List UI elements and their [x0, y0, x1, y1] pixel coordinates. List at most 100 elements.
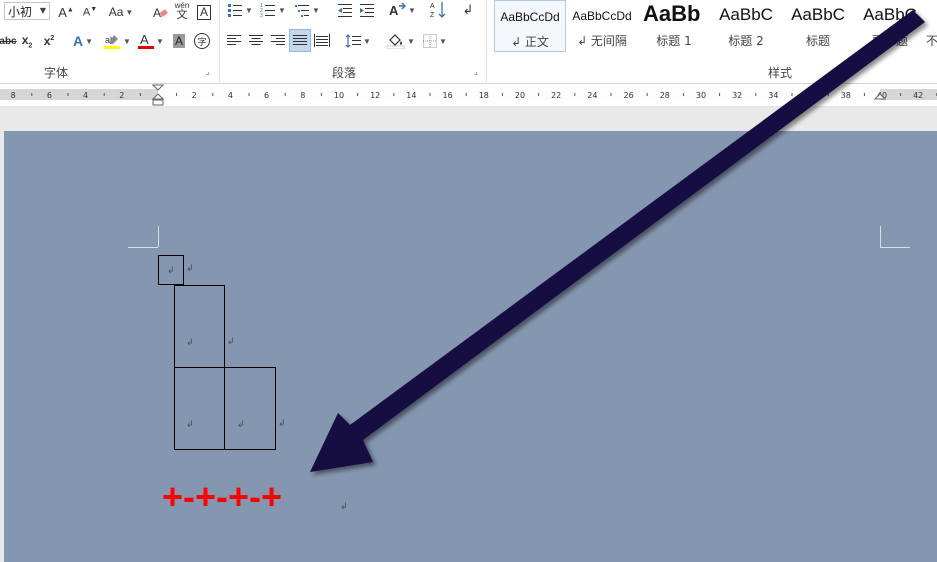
subscript-button[interactable]: x2: [18, 31, 36, 51]
document-area[interactable]: ↲ ↲ ↲ ↲ ↲ ↲ ↲ +-+-+-+ ↲: [0, 107, 937, 562]
document-page[interactable]: ↲ ↲ ↲ ↲ ↲ ↲ ↲ +-+-+-+ ↲: [4, 131, 937, 562]
superscript-icon: x2: [43, 34, 55, 48]
crop-mark: [880, 226, 881, 247]
highlight-color-button[interactable]: ab ▼: [101, 31, 133, 51]
character-shading-button[interactable]: A: [170, 31, 188, 51]
style-subtitle[interactable]: AaBbC 副标题: [854, 0, 926, 52]
change-case-button[interactable]: Aa ▼: [106, 2, 136, 22]
phonetic-guide-bottom: 文: [176, 9, 188, 21]
ruler-tick: [791, 93, 793, 96]
ruler-label: 12: [370, 91, 380, 100]
justify-button[interactable]: [289, 29, 311, 52]
font-dialog-launcher-icon[interactable]: ⌟: [206, 68, 214, 76]
style-preview: AaBbC: [863, 5, 917, 24]
shading-button[interactable]: ▼: [385, 31, 417, 51]
svg-text:A: A: [389, 3, 399, 18]
multilevel-list-icon: [295, 5, 310, 17]
ruler-label: 8: [11, 91, 16, 100]
enclose-characters-button[interactable]: 字: [192, 31, 212, 51]
style-more[interactable]: 不: [926, 0, 937, 52]
paragraph-dialog-launcher-icon[interactable]: ⌟: [474, 68, 482, 76]
table-cell[interactable]: ↲: [158, 255, 184, 285]
first-line-indent-marker-icon[interactable]: [152, 84, 164, 106]
svg-text:Z: Z: [430, 12, 435, 19]
style-heading-2[interactable]: AaBbC 标题 2: [710, 0, 782, 52]
grow-font-button[interactable]: A▲: [56, 2, 76, 22]
style-no-spacing[interactable]: AaBbCcDd ↲ 无间隔: [566, 0, 638, 52]
align-left-button[interactable]: [225, 31, 243, 51]
crop-mark: [880, 247, 910, 248]
ruler-tick: [501, 93, 503, 96]
ribbon: 小初 ▼ A▲ A▼ Aa ▼ A wén 文 A abc x2 x2 A ▼ ab: [0, 0, 937, 84]
svg-text:A: A: [140, 32, 149, 47]
strikethrough-icon: abc: [0, 35, 17, 47]
character-border-button[interactable]: A: [195, 2, 213, 22]
chevron-down-icon: ▼: [123, 36, 131, 46]
borders-button[interactable]: ▼: [420, 31, 450, 51]
style-name: 标题: [805, 34, 830, 48]
table-cell[interactable]: ↲: [174, 285, 225, 368]
align-center-icon: [249, 35, 263, 45]
ruler-label: 42: [913, 91, 923, 100]
chevron-down-icon: ▼: [408, 5, 416, 15]
clear-formatting-button[interactable]: A: [150, 2, 170, 22]
ruler-tick: [863, 93, 865, 96]
line-spacing-button[interactable]: ▼: [343, 31, 373, 51]
phonetic-guide-button[interactable]: wén 文: [172, 0, 192, 22]
style-title[interactable]: AaBbC 标题: [782, 0, 854, 52]
style-preview: AaBbCcDd: [500, 10, 560, 24]
show-hide-marks-button[interactable]: ↲: [458, 0, 478, 20]
horizontal-ruler[interactable]: 8642246810121416182022242628303234363840…: [0, 84, 937, 107]
align-right-button[interactable]: [269, 31, 287, 51]
ruler-label: 28: [660, 91, 670, 100]
chevron-down-icon: ▼: [85, 36, 94, 46]
font-color-button[interactable]: A ▼: [137, 31, 165, 51]
paragraph-mark: ↲: [340, 502, 348, 512]
distributed-icon: [314, 34, 330, 47]
ruler-tick: [248, 93, 250, 96]
superscript-button[interactable]: x2: [40, 31, 58, 51]
style-heading-1[interactable]: AaBb 标题 1: [638, 0, 710, 52]
text-effects-button[interactable]: A ▼: [68, 31, 98, 51]
style-name: ↲ 正文: [511, 35, 549, 49]
distributed-button[interactable]: [313, 31, 331, 51]
ruler-tick: [320, 93, 322, 96]
multilevel-list-button[interactable]: ▼: [291, 0, 323, 20]
style-preview: AaBbC: [719, 5, 773, 24]
table-cell[interactable]: ↲: [174, 367, 225, 450]
increase-indent-button[interactable]: [357, 0, 377, 20]
table-cell[interactable]: ↲: [224, 367, 276, 450]
align-center-button[interactable]: [247, 31, 265, 51]
chevron-down-icon: ▼: [156, 36, 164, 46]
paragraph-mark: ↲: [186, 420, 194, 430]
styles-gallery: AaBbCcDd ↲ 正文 AaBbCcDd ↲ 无间隔 AaBb 标题 1 A…: [490, 0, 937, 56]
sort-button[interactable]: AZ: [428, 0, 448, 20]
strikethrough-button[interactable]: abc: [0, 31, 17, 51]
decrease-indent-button[interactable]: [335, 0, 355, 20]
style-preview: AaBbCcDd: [572, 9, 632, 23]
chinese-layout-button[interactable]: A ▼: [386, 0, 418, 20]
ruler-tick: [429, 93, 431, 96]
styles-group-label: 样式: [768, 66, 793, 80]
highlighter-icon: ab: [104, 35, 121, 49]
style-name: 标题 1: [656, 34, 692, 48]
font-group-label: 字体: [44, 66, 69, 80]
numbering-button[interactable]: 1 2 3 ▼: [258, 0, 288, 20]
shrink-font-icon: A▼: [82, 5, 98, 19]
ruler-label: 32: [732, 91, 742, 100]
ruler-label: 14: [406, 91, 416, 100]
decrease-indent-icon: [338, 4, 352, 17]
font-size-combobox[interactable]: 小初 ▼: [4, 2, 50, 20]
shrink-font-button[interactable]: A▼: [80, 2, 100, 22]
ruler-tick: [31, 93, 33, 96]
bullets-button[interactable]: ▼: [225, 0, 255, 20]
ruler-label: 6: [47, 91, 52, 100]
style-normal[interactable]: AaBbCcDd ↲ 正文: [494, 0, 566, 52]
right-indent-marker-icon[interactable]: [874, 84, 886, 106]
style-name: 不: [926, 34, 937, 48]
ruler-label: 36: [805, 91, 815, 100]
chevron-down-icon: ▼: [125, 7, 134, 17]
ruler-tick: [719, 93, 721, 96]
chevron-down-icon: ▼: [439, 36, 447, 46]
chevron-down-icon: ▼: [363, 36, 371, 46]
